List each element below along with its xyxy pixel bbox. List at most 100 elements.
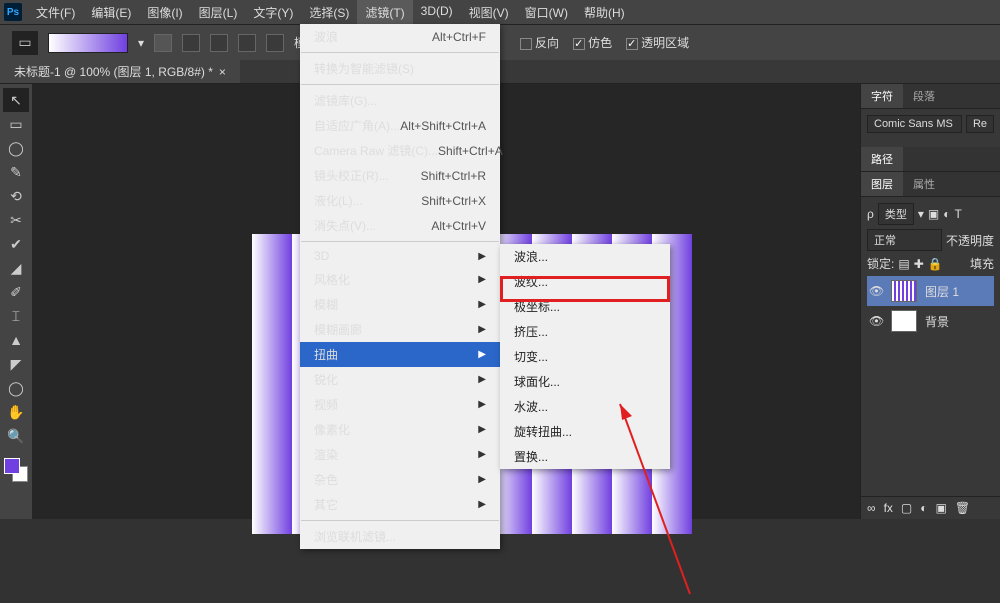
tool-6[interactable]: ✔ bbox=[3, 232, 29, 256]
tool-10[interactable]: ▲ bbox=[3, 328, 29, 352]
filter-type-icon[interactable]: T bbox=[954, 207, 961, 221]
menu-item-杂色[interactable]: 杂色▶ bbox=[300, 467, 500, 492]
close-icon[interactable]: × bbox=[219, 65, 226, 79]
tab-properties[interactable]: 属性 bbox=[903, 172, 945, 196]
gradient-preview[interactable] bbox=[48, 33, 128, 53]
visibility-icon[interactable]: 👁 bbox=[869, 284, 883, 298]
menu-item-模糊[interactable]: 模糊▶ bbox=[300, 292, 500, 317]
menu-item-扭曲[interactable]: 扭曲▶ bbox=[300, 342, 500, 367]
tool-8[interactable]: ✐ bbox=[3, 280, 29, 304]
submenu-item-置换[interactable]: 置换... bbox=[500, 444, 670, 469]
submenu-item-旋转扭曲[interactable]: 旋转扭曲... bbox=[500, 419, 670, 444]
lock-position-icon[interactable]: ✚ bbox=[914, 257, 924, 271]
layer-footer-icon[interactable]: ▢ bbox=[901, 501, 912, 515]
tool-12[interactable]: ◯ bbox=[3, 376, 29, 400]
layer-footer-icon[interactable]: fx bbox=[884, 501, 893, 515]
gradient-linear-icon[interactable] bbox=[154, 34, 172, 52]
filter-adjust-icon[interactable]: ◐ bbox=[943, 207, 950, 221]
tool-13[interactable]: ✋ bbox=[3, 400, 29, 424]
menu-选择[interactable]: 选择(S) bbox=[301, 0, 357, 25]
tool-1[interactable]: ▭ bbox=[3, 112, 29, 136]
chevron-down-icon[interactable]: ▾ bbox=[138, 36, 144, 50]
layer-kind-select[interactable]: 类型 bbox=[878, 203, 914, 225]
option-反向[interactable]: 反向 bbox=[520, 34, 559, 51]
gradient-radial-icon[interactable] bbox=[182, 34, 200, 52]
menu-图像[interactable]: 图像(I) bbox=[139, 0, 190, 25]
document-tab[interactable]: 未标题-1 @ 100% (图层 1, RGB/8#) * × bbox=[0, 60, 240, 83]
option-仿色[interactable]: 仿色 bbox=[573, 34, 612, 51]
tab-layers[interactable]: 图层 bbox=[861, 172, 903, 196]
menu-图层[interactable]: 图层(L) bbox=[191, 0, 246, 25]
tool-2[interactable]: ◯ bbox=[3, 136, 29, 160]
gradient-diamond-icon[interactable] bbox=[266, 34, 284, 52]
font-family-select[interactable]: Comic Sans MS bbox=[867, 115, 962, 133]
layer-thumbnail[interactable] bbox=[891, 310, 917, 332]
visibility-icon[interactable]: 👁 bbox=[869, 314, 883, 328]
option-透明区域[interactable]: 透明区域 bbox=[626, 34, 689, 51]
menu-item-锐化[interactable]: 锐化▶ bbox=[300, 367, 500, 392]
menu-视图[interactable]: 视图(V) bbox=[461, 0, 517, 25]
tab-paths[interactable]: 路径 bbox=[861, 147, 903, 171]
tool-7[interactable]: ◢ bbox=[3, 256, 29, 280]
color-swatches[interactable] bbox=[4, 458, 28, 482]
layer-footer-icon[interactable]: ◐ bbox=[920, 501, 927, 515]
tool-14[interactable]: 🔍 bbox=[3, 424, 29, 448]
submenu-item-波浪[interactable]: 波浪... bbox=[500, 244, 670, 269]
submenu-item-挤压[interactable]: 挤压... bbox=[500, 319, 670, 344]
submenu-item-极坐标[interactable]: 极坐标... bbox=[500, 294, 670, 319]
layer-footer-icon[interactable]: ∞ bbox=[867, 501, 876, 515]
tool-9[interactable]: ⌶ bbox=[3, 304, 29, 328]
menu-item-滤镜库G[interactable]: 滤镜库(G)... bbox=[300, 88, 500, 113]
submenu-item-切变[interactable]: 切变... bbox=[500, 344, 670, 369]
tool-4[interactable]: ⟲ bbox=[3, 184, 29, 208]
submenu-item-波纹[interactable]: 波纹... bbox=[500, 269, 670, 294]
gradient-angle-icon[interactable] bbox=[210, 34, 228, 52]
tool-5[interactable]: ✂ bbox=[3, 208, 29, 232]
tool-3[interactable]: ✎ bbox=[3, 160, 29, 184]
menu-item-CameraRaw滤镜C[interactable]: Camera Raw 滤镜(C)...Shift+Ctrl+A bbox=[300, 138, 500, 163]
menu-item-像素化[interactable]: 像素化▶ bbox=[300, 417, 500, 442]
blend-mode-select[interactable]: 正常 bbox=[867, 229, 942, 251]
menu-item-消失点V[interactable]: 消失点(V)...Alt+Ctrl+V bbox=[300, 213, 500, 238]
menu-3d[interactable]: 3D(D) bbox=[413, 0, 461, 25]
tool-11[interactable]: ◤ bbox=[3, 352, 29, 376]
menu-item-波浪[interactable]: 波浪Alt+Ctrl+F bbox=[300, 24, 500, 49]
menu-编辑[interactable]: 编辑(E) bbox=[83, 0, 139, 25]
font-style-select[interactable]: Re bbox=[966, 115, 994, 133]
menu-item-模糊画廊[interactable]: 模糊画廊▶ bbox=[300, 317, 500, 342]
tool-0[interactable]: ↖ bbox=[3, 88, 29, 112]
menu-滤镜[interactable]: 滤镜(T) bbox=[357, 0, 412, 25]
layer-row[interactable]: 👁图层 1 bbox=[867, 276, 994, 306]
menu-item-3D[interactable]: 3D▶ bbox=[300, 245, 500, 267]
menu-item-自适应广角A[interactable]: 自适应广角(A)...Alt+Shift+Ctrl+A bbox=[300, 113, 500, 138]
filter-pixel-icon[interactable]: ▣ bbox=[928, 207, 939, 221]
layer-thumbnail[interactable] bbox=[891, 280, 917, 302]
layer-footer-icon[interactable]: 🗑 bbox=[955, 501, 970, 515]
menu-文件[interactable]: 文件(F) bbox=[28, 0, 83, 25]
menu-item-镜头校正R[interactable]: 镜头校正(R)...Shift+Ctrl+R bbox=[300, 163, 500, 188]
document-tab-bar: 未标题-1 @ 100% (图层 1, RGB/8#) * × bbox=[0, 60, 1000, 84]
opacity-label: 不透明度 bbox=[946, 232, 994, 249]
tab-character[interactable]: 字符 bbox=[861, 84, 903, 108]
document-title: 未标题-1 @ 100% (图层 1, RGB/8#) * bbox=[14, 63, 213, 80]
submenu-item-水波[interactable]: 水波... bbox=[500, 394, 670, 419]
gradient-tool-icon[interactable]: ▭ bbox=[12, 31, 38, 55]
gradient-reflected-icon[interactable] bbox=[238, 34, 256, 52]
lock-all-icon[interactable]: 🔒 bbox=[928, 257, 943, 271]
menu-item-视频[interactable]: 视频▶ bbox=[300, 392, 500, 417]
menu-item-其它[interactable]: 其它▶ bbox=[300, 492, 500, 517]
menu-窗口[interactable]: 窗口(W) bbox=[517, 0, 576, 25]
menu-item-渲染[interactable]: 渲染▶ bbox=[300, 442, 500, 467]
layer-footer-icon[interactable]: ▣ bbox=[936, 501, 947, 515]
layer-row[interactable]: 👁背景 bbox=[867, 306, 994, 336]
tab-paragraph[interactable]: 段落 bbox=[903, 84, 945, 108]
menu-帮助[interactable]: 帮助(H) bbox=[576, 0, 633, 25]
fg-color-swatch[interactable] bbox=[4, 458, 20, 474]
menu-item-液化L[interactable]: 液化(L)...Shift+Ctrl+X bbox=[300, 188, 500, 213]
submenu-item-球面化[interactable]: 球面化... bbox=[500, 369, 670, 394]
menu-item-风格化[interactable]: 风格化▶ bbox=[300, 267, 500, 292]
lock-pixels-icon[interactable]: ▤ bbox=[898, 257, 909, 271]
menu-item-浏览联机滤镜[interactable]: 浏览联机滤镜... bbox=[300, 524, 500, 549]
menu-文字[interactable]: 文字(Y) bbox=[245, 0, 301, 25]
menu-item-转换为智能滤镜S[interactable]: 转换为智能滤镜(S) bbox=[300, 56, 500, 81]
